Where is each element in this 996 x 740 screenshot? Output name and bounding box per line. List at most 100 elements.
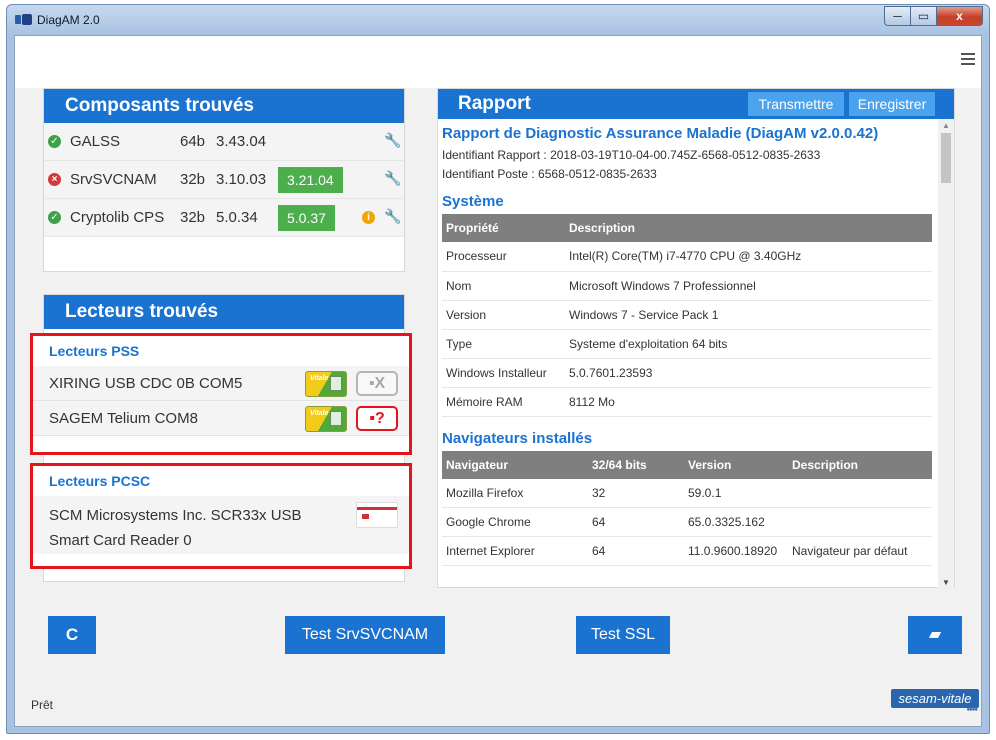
table-cell: Processeur [442,242,565,272]
rapport-title: Rapport [458,93,531,114]
top-bar [15,36,981,88]
component-row[interactable]: ✓ Cryptolib CPS 32b 5.0.34 5.0.37 i 🔧 [44,199,404,237]
table-cell: 32 [588,478,684,508]
table-cell: Navigateur par défaut [788,536,932,566]
table-cell: Internet Explorer [442,536,588,566]
wrench-icon[interactable]: 🔧 [384,208,401,225]
wrench-icon[interactable]: 🔧 [384,132,401,149]
table-row: Mémoire RAM 8112 Mo [442,387,932,417]
open-folder-button[interactable]: ▰ [908,616,962,654]
card-unknown-icon: ▪? [356,406,398,431]
wrench-icon[interactable]: 🔧 [384,170,401,187]
transmettre-button[interactable]: Transmettre [748,92,844,116]
table-cell: Google Chrome [442,507,588,537]
table-cell: Mozilla Firefox [442,478,588,508]
systeme-title: Système [442,193,504,210]
component-row[interactable]: × SrvSVCNAM 32b 3.10.03 3.21.04 🔧 [44,161,404,199]
navigateurs-col-header: Description [788,450,932,479]
test-ssl-button[interactable]: Test SSL [576,616,670,654]
table-cell: Windows Installeur [442,358,565,388]
table-cell [788,478,932,508]
rapport-id: Identifiant Rapport : 2018-03-19T10-04-0… [442,148,821,162]
table-cell: Systeme d'exploitation 64 bits [565,329,932,359]
table-cell: Nom [442,271,565,301]
systeme-col-header: Propriété [442,214,565,242]
table-row: Type Systeme d'exploitation 64 bits [442,329,932,359]
test-srvsvcnam-button[interactable]: Test SrvSVCNAM [285,616,445,654]
scroll-thumb[interactable] [941,133,951,183]
table-row: Internet Explorer 64 11.0.9600.18920 Naviga… [442,536,932,566]
lecteurs-pcsc-box: Lecteurs PCSC SCM Microsystems Inc. SCR3… [30,463,412,569]
component-arch: 32b [180,171,206,188]
component-name: GALSS [70,133,121,150]
vitale-card-label: Vitale [310,375,329,382]
navigateurs-col-header: Navigateur [442,450,588,479]
hamburger-menu-icon[interactable] [961,53,975,65]
maximize-button[interactable]: ▭ [911,6,937,26]
navigateurs-col-header: 32/64 bits [588,450,684,479]
pss-reader-row[interactable]: XIRING USB CDC 0B COM5 Vitale ▪X [33,366,409,401]
navigateurs-col-header: Version [684,450,788,479]
table-cell [788,507,932,537]
component-version: 5.0.34 [216,209,258,226]
navigateurs-title: Navigateurs installés [442,429,593,447]
minimize-button[interactable]: ─ [884,6,911,26]
lecteurs-pss-box: Lecteurs PSS XIRING USB CDC 0B COM5 Vital… [30,333,412,455]
table-row: Google Chrome 64 65.0.3325.162 [442,507,932,537]
enregistrer-button[interactable]: Enregistrer [849,92,935,116]
pss-reader-name: SAGEM Telium COM8 [49,410,198,427]
table-cell: 64 [588,536,684,566]
lecteurs-pss-title: Lecteurs PSS [49,343,140,359]
app-icon [15,14,33,26]
composants-title: Composants trouvés [44,89,404,123]
component-version: 3.43.04 [216,133,267,150]
pcsc-reader-row[interactable]: SCM Microsystems Inc. SCR33x USB Smart C… [33,496,409,554]
lecteurs-title: Lecteurs trouvés [44,295,404,329]
systeme-table: Propriété Description Processeur Intel(R)… [442,214,932,417]
close-button[interactable]: x [937,6,983,26]
check-circle-icon: ✓ [48,135,61,148]
table-cell: Type [442,329,565,359]
pcsc-reader-name: SCM Microsystems Inc. SCR33x USB Smart C… [49,507,302,549]
poste-id: Identifiant Poste : 6568-0512-0835-2633 [442,167,657,181]
pss-reader-name: XIRING USB CDC 0B COM5 [49,375,243,392]
table-row: Version Windows 7 - Service Pack 1 [442,300,932,330]
vitale-card-icon: Vitale [305,406,347,432]
error-circle-icon: × [48,173,61,186]
table-row: Nom Microsoft Windows 7 Professionnel [442,271,932,301]
client-area: Composants trouvés ✓ GALSS 64b 3.43.04 🔧 × Srv… [14,35,982,727]
rapport-heading: Rapport de Diagnostic Assurance Maladie … [442,125,879,142]
scroll-down-icon[interactable]: ▼ [942,578,950,587]
component-arch: 32b [180,209,206,226]
vitale-card-icon: Vitale [305,371,347,397]
systeme-col-header: Description [565,214,932,242]
refresh-icon: C [65,625,79,644]
composants-panel: Composants trouvés ✓ GALSS 64b 3.43.04 🔧 × Srv… [43,88,405,272]
vitale-card-label: Vitale [310,410,329,417]
window-title: DiagAM 2.0 [37,13,100,27]
pss-reader-row[interactable]: SAGEM Telium COM8 Vitale ▪? [33,401,409,436]
check-circle-icon: ✓ [48,211,61,224]
rapport-header: Rapport Transmettre Enregistrer [438,89,954,119]
new-version-badge[interactable]: 5.0.37 [278,205,335,231]
component-arch: 64b [180,133,206,150]
app-window: DiagAM 2.0 ─ ▭ x Composants trouvés ✓ GAL… [6,4,990,734]
title-bar[interactable]: DiagAM 2.0 ─ ▭ x [7,5,989,35]
table-cell: 11.0.9600.18920 [684,536,788,566]
component-version: 3.10.03 [216,171,267,188]
table-cell: Mémoire RAM [442,387,565,417]
table-row: Windows Installeur 5.0.7601.23593 [442,358,932,388]
logo-dots: ●●●● [966,707,978,713]
component-row[interactable]: ✓ GALSS 64b 3.43.04 🔧 [44,123,404,161]
info-icon[interactable]: i [362,211,375,224]
folder-icon: ▰ [928,626,942,643]
table-cell: 65.0.3325.162 [684,507,788,537]
lecteurs-pcsc-title: Lecteurs PCSC [49,473,151,489]
new-version-badge[interactable]: 3.21.04 [278,167,343,193]
scroll-up-icon[interactable]: ▲ [942,121,950,130]
rapport-scrollbar[interactable]: ▲ ▼ [938,119,954,589]
rapport-panel: Rapport Transmettre Enregistrer Rapport … [437,88,955,589]
table-row: Processeur Intel(R) Core(TM) i7-4770 CPU … [442,242,932,272]
refresh-button[interactable]: C [48,616,96,654]
component-name: Cryptolib CPS [70,209,165,226]
